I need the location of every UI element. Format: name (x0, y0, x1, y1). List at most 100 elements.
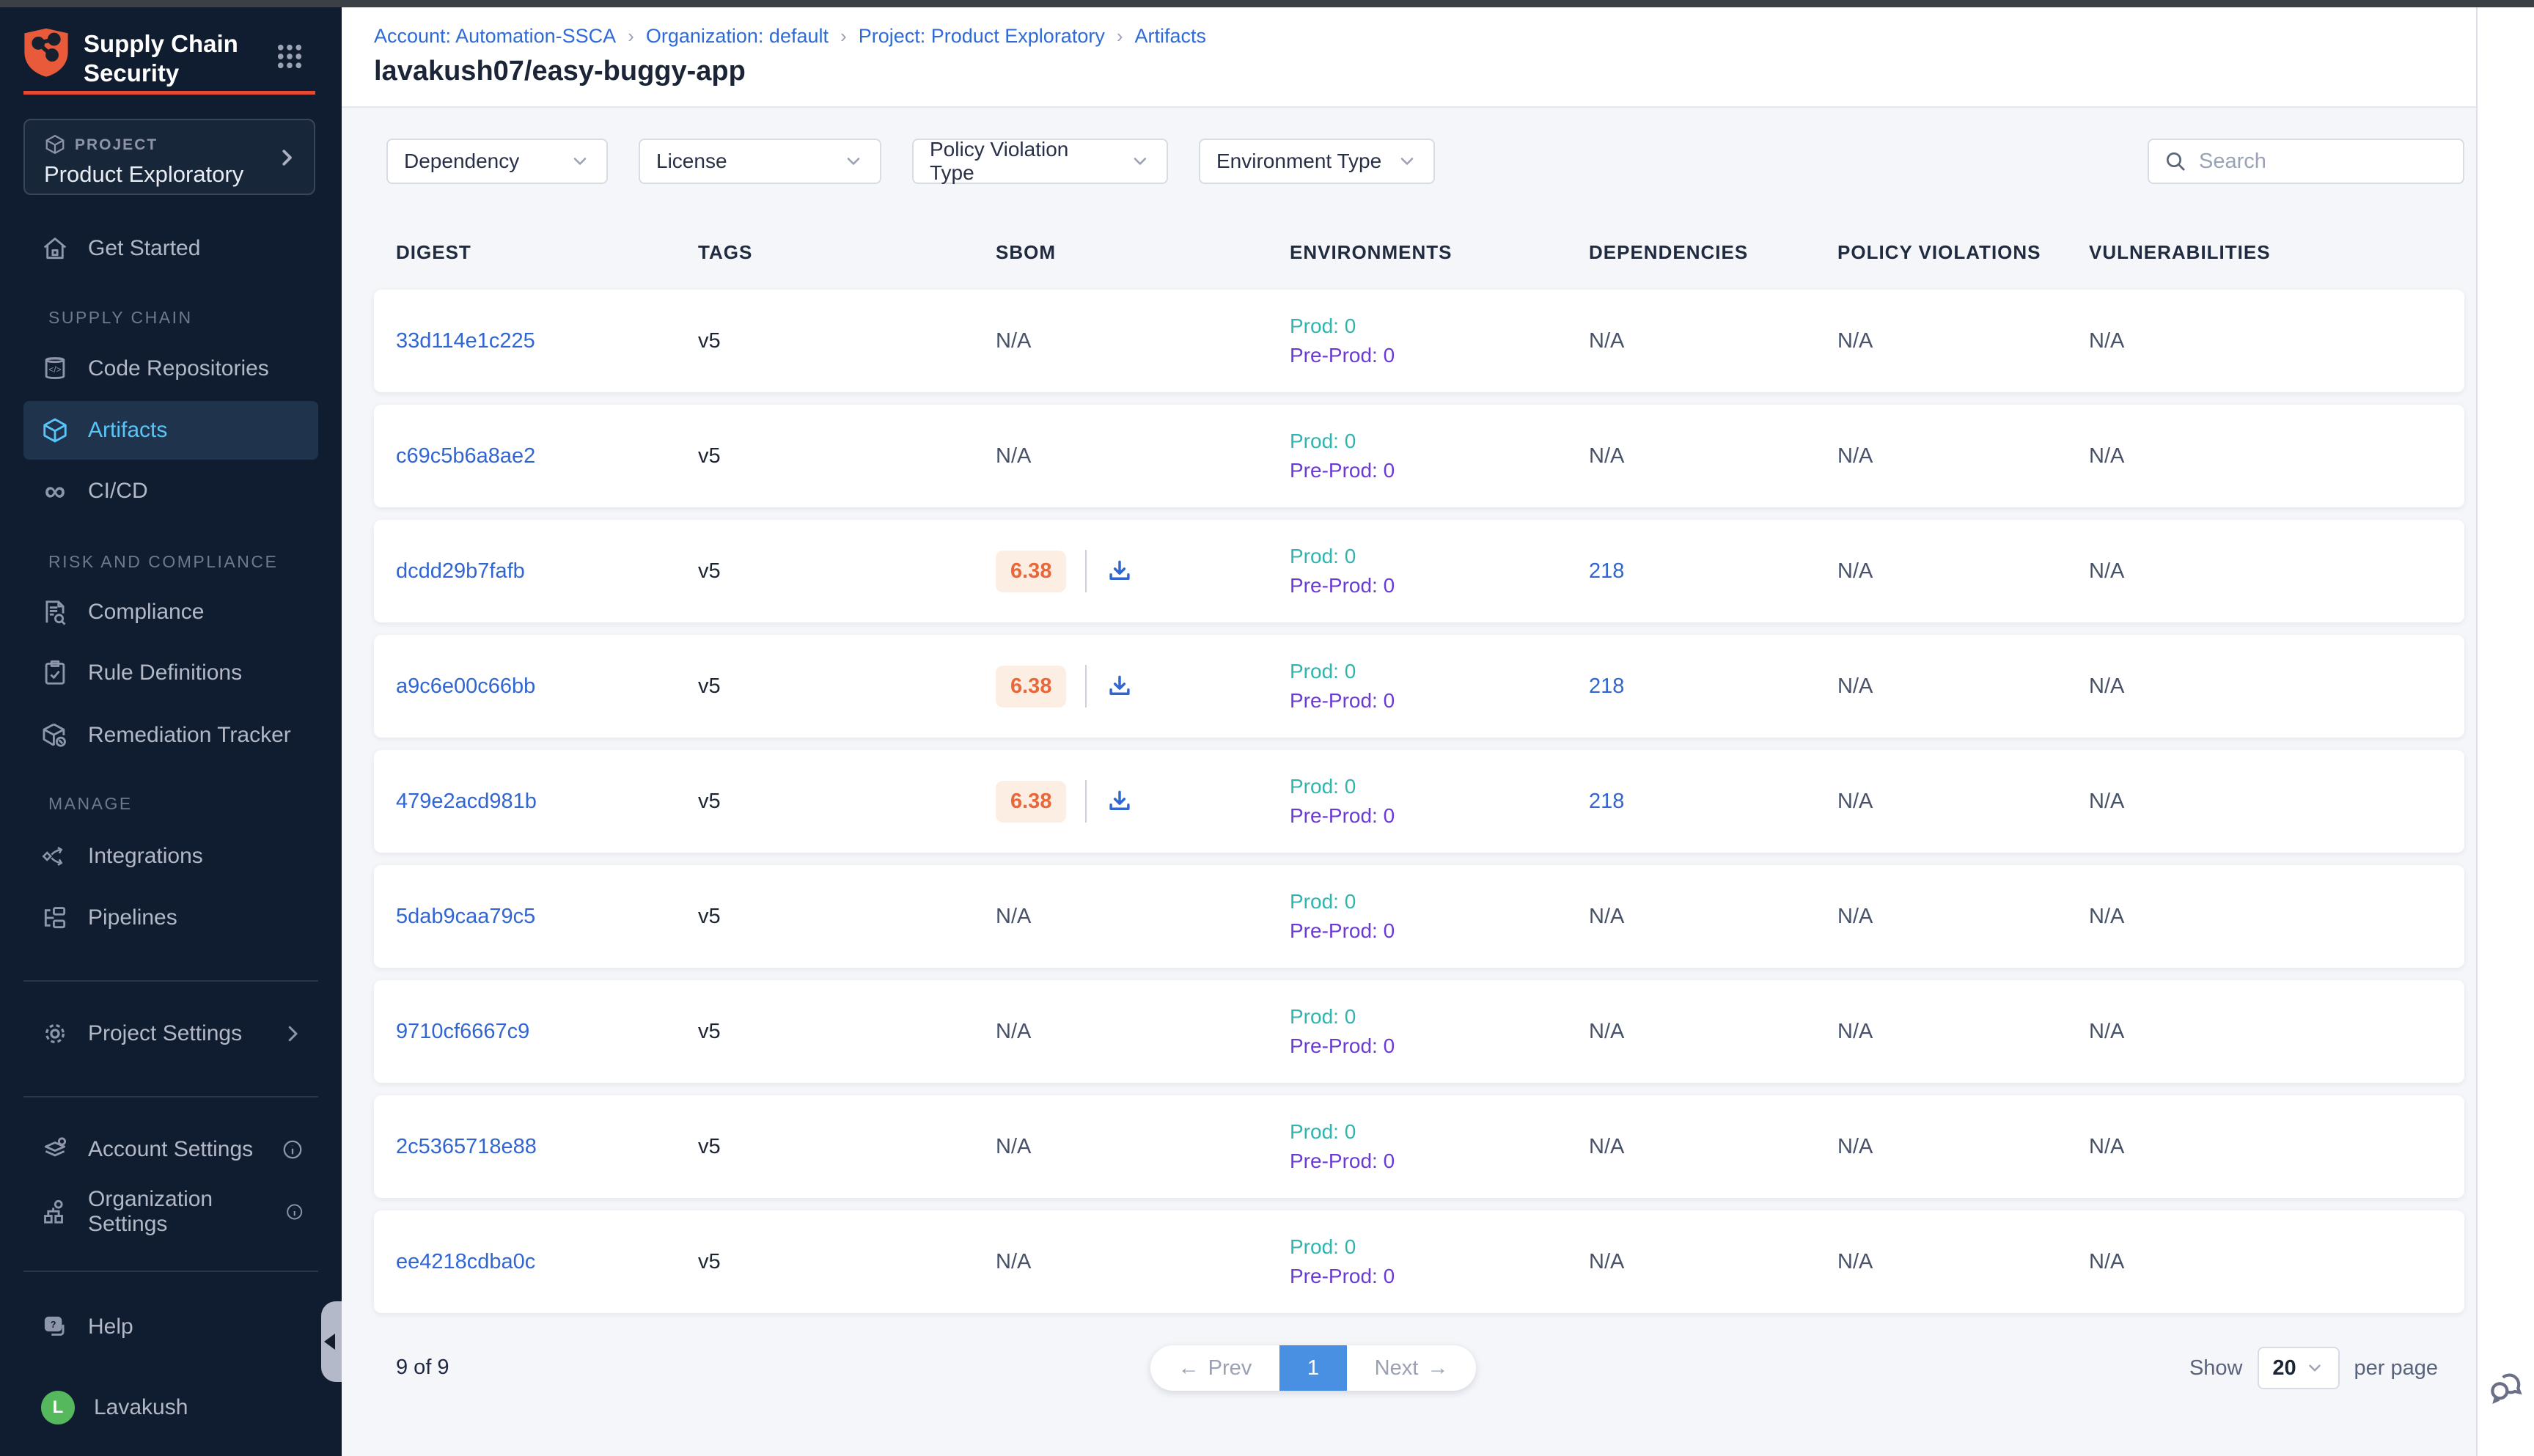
app-switcher-grid-icon[interactable] (274, 41, 305, 72)
dependency-filter-select[interactable]: Dependency (386, 139, 608, 184)
prev-page-button[interactable]: ← Prev (1150, 1345, 1279, 1391)
supply-chain-security-logo-icon (22, 26, 70, 78)
tag-cell: v5 (698, 1135, 996, 1159)
tag-cell: v5 (698, 559, 996, 584)
tag-cell: v5 (698, 1250, 996, 1274)
sidebar-item-cicd[interactable]: ∞ CI/CD (23, 462, 318, 521)
sidebar-item-label: Compliance (88, 600, 204, 625)
integrations-icon (41, 842, 69, 870)
vulnerabilities-cell: N/A (2089, 559, 2464, 584)
policy-violations-cell: N/A (1837, 905, 2089, 929)
breadcrumb-separator: › (628, 25, 634, 48)
show-label: Show (2189, 1356, 2243, 1380)
per-page-label: per page (2354, 1356, 2439, 1380)
download-icon (1106, 672, 1134, 700)
digest-link[interactable]: 2c5365718e88 (396, 1135, 698, 1159)
sbom-download-button[interactable] (1106, 557, 1134, 585)
table-row: 9710cf6667c9 v5 N/A Prod: 0 Pre-Prod: 0 … (374, 980, 2464, 1083)
environments-cell: Prod: 0 Pre-Prod: 0 (1290, 890, 1589, 943)
next-page-button[interactable]: Next → (1347, 1345, 1476, 1391)
dependencies-link[interactable]: 218 (1589, 674, 1837, 699)
digest-link[interactable]: ee4218cdba0c (396, 1250, 698, 1274)
sidebar-item-project-settings[interactable]: Project Settings (23, 1004, 318, 1063)
digest-link[interactable]: 9710cf6667c9 (396, 1020, 698, 1044)
environments-cell: Prod: 0 Pre-Prod: 0 (1290, 660, 1589, 713)
digest-link[interactable]: 5dab9caa79c5 (396, 905, 698, 929)
dependencies-link[interactable]: 218 (1589, 790, 1837, 814)
digest-link[interactable]: 33d114e1c225 (396, 329, 698, 353)
help-chat-icon: ? (41, 1313, 69, 1341)
sidebar-item-code-repositories[interactable]: </> Code Repositories (23, 339, 318, 398)
dependencies-link[interactable]: 218 (1589, 559, 1837, 584)
table-row: dcdd29b7fafb v5 6.38 Prod: 0 Pre-Prod: 0… (374, 520, 2464, 622)
sbom-score-badge: 6.38 (996, 666, 1066, 707)
digest-link[interactable]: a9c6e00c66bb (396, 674, 698, 699)
feedback-chat-icon[interactable] (2487, 1369, 2525, 1408)
breadcrumb-artifacts-link[interactable]: Artifacts (1135, 25, 1207, 48)
sidebar-item-organization-settings[interactable]: Organization Settings (23, 1183, 318, 1241)
vulnerabilities-cell: N/A (2089, 1250, 2464, 1274)
sidebar-item-label: Get Started (88, 236, 200, 261)
section-label-supply-chain: SUPPLY CHAIN (48, 308, 193, 328)
search-box (2148, 139, 2464, 184)
sbom-download-button[interactable] (1106, 672, 1134, 700)
sidebar-item-get-started[interactable]: Get Started (23, 219, 318, 278)
left-arrow-icon: ← (1178, 1356, 1200, 1380)
preprod-count: Pre-Prod: 0 (1290, 459, 1589, 482)
page-size-controls: Show 20 per page (2189, 1345, 2438, 1391)
digest-link[interactable]: 479e2acd981b (396, 790, 698, 814)
environments-cell: Prod: 0 Pre-Prod: 0 (1290, 1235, 1589, 1288)
preprod-count: Pre-Prod: 0 (1290, 574, 1589, 598)
home-icon (41, 235, 69, 262)
table-header-row: DIGEST TAGS SBOM ENVIRONMENTS DEPENDENCI… (374, 234, 2464, 271)
digest-link[interactable]: c69c5b6a8ae2 (396, 444, 698, 468)
project-selector[interactable]: PROJECT Product Exploratory (23, 119, 315, 195)
gear-icon (41, 1020, 69, 1048)
artifacts-table: 33d114e1c225 v5 N/A Prod: 0 Pre-Prod: 0 … (374, 290, 2464, 1326)
digest-link[interactable]: dcdd29b7fafb (396, 559, 698, 584)
sbom-cell: N/A (996, 1135, 1290, 1159)
breadcrumb-organization-link[interactable]: Organization: default (646, 25, 829, 48)
sidebar-item-remediation-tracker[interactable]: Remediation Tracker (23, 706, 318, 765)
chevron-right-icon (276, 147, 298, 169)
sbom-cell: 6.38 (996, 550, 1290, 592)
sidebar-item-help[interactable]: ? Help (23, 1298, 318, 1356)
user-menu[interactable]: L Lavakush (23, 1378, 318, 1437)
search-input[interactable] (2199, 150, 2448, 174)
breadcrumb-account-link[interactable]: Account: Automation-SSCA (374, 25, 616, 48)
brand-accent-divider (23, 91, 315, 95)
tag-cell: v5 (698, 790, 996, 814)
policy-violation-type-filter-select[interactable]: Policy Violation Type (912, 139, 1168, 184)
sidebar-item-artifacts[interactable]: Artifacts (23, 401, 318, 460)
dependencies-cell: N/A (1589, 444, 1837, 468)
tag-cell: v5 (698, 329, 996, 353)
sbom-download-button[interactable] (1106, 787, 1134, 815)
current-page-button[interactable]: 1 (1279, 1345, 1347, 1391)
sidebar-item-label: Integrations (88, 844, 203, 869)
preprod-count: Pre-Prod: 0 (1290, 919, 1589, 943)
sidebar-item-account-settings[interactable]: Account Settings (23, 1120, 318, 1179)
project-selector-label: PROJECT (75, 136, 158, 154)
vulnerabilities-cell: N/A (2089, 329, 2464, 353)
sidebar-collapse-handle[interactable] (321, 1301, 342, 1382)
sidebar-item-compliance[interactable]: Compliance (23, 583, 318, 641)
table-row: c69c5b6a8ae2 v5 N/A Prod: 0 Pre-Prod: 0 … (374, 405, 2464, 507)
column-header-digest: DIGEST (396, 241, 698, 264)
sidebar-item-integrations[interactable]: Integrations (23, 827, 318, 886)
page-header: Account: Automation-SSCA › Organization:… (342, 7, 2476, 108)
table-row: ee4218cdba0c v5 N/A Prod: 0 Pre-Prod: 0 … (374, 1210, 2464, 1313)
prod-count: Prod: 0 (1290, 1120, 1589, 1144)
preprod-count: Pre-Prod: 0 (1290, 804, 1589, 828)
column-header-policy-violations: POLICY VIOLATIONS (1837, 241, 2089, 264)
page-size-select[interactable]: 20 (2258, 1347, 2340, 1389)
preprod-count: Pre-Prod: 0 (1290, 689, 1589, 713)
license-filter-select[interactable]: License (639, 139, 881, 184)
environment-type-filter-select[interactable]: Environment Type (1199, 139, 1435, 184)
infinity-icon: ∞ (41, 477, 69, 505)
sidebar-divider (23, 1096, 318, 1097)
sidebar-item-pipelines[interactable]: Pipelines (23, 889, 318, 947)
info-icon (282, 1139, 304, 1161)
breadcrumb-project-link[interactable]: Project: Product Exploratory (859, 25, 1105, 48)
sbom-cell: N/A (996, 1250, 1290, 1274)
sidebar-item-rule-definitions[interactable]: Rule Definitions (23, 644, 318, 702)
